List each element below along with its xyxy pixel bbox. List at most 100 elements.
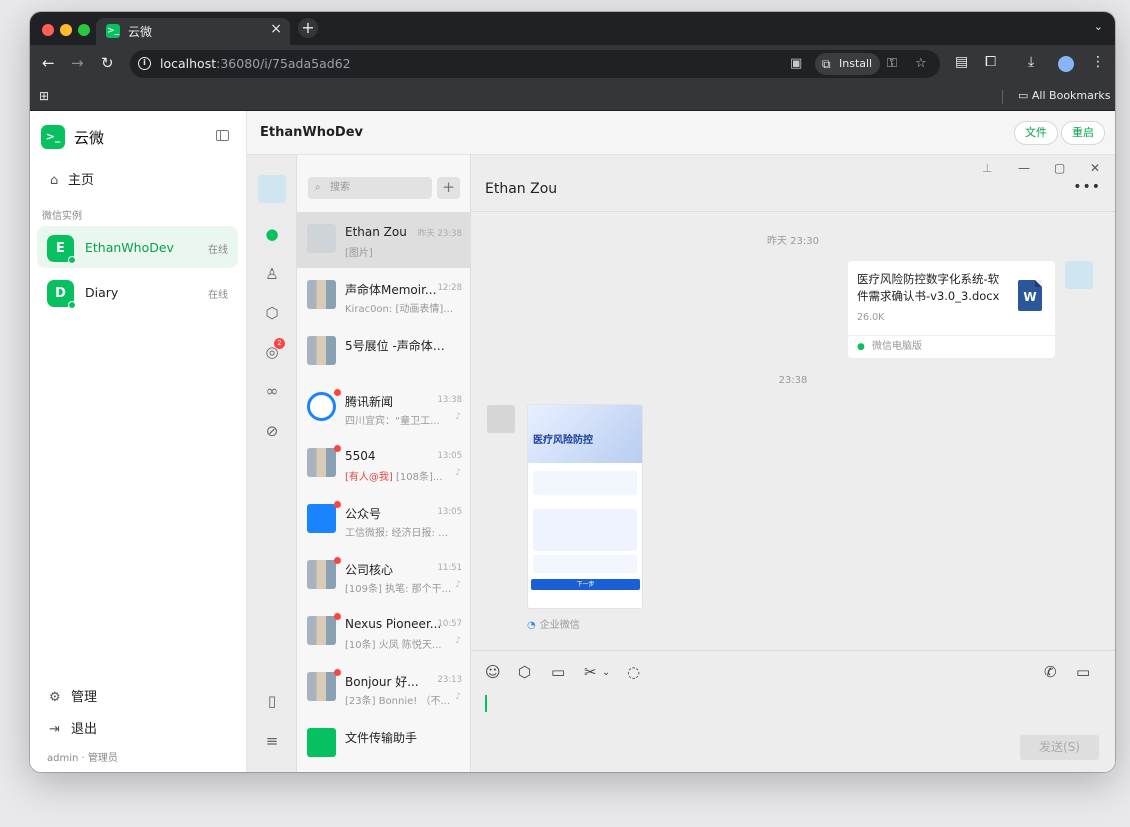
file-message[interactable]: 医疗风险防控数字化系统-软件需求确认书-v3.0_3.docx 26.0K W … xyxy=(848,261,1055,358)
add-chat-button[interactable]: + xyxy=(437,177,460,199)
mini-programs-icon[interactable]: ⊘ xyxy=(262,422,282,440)
menu-kebab-icon[interactable]: ⋮ xyxy=(1091,54,1105,70)
minimize-icon[interactable]: — xyxy=(1018,161,1030,175)
minimize-window-button[interactable] xyxy=(60,24,72,36)
nav-home[interactable]: ⌂ 主页 xyxy=(50,169,94,188)
word-doc-icon: W xyxy=(1018,280,1042,311)
browser-tab[interactable]: >_ 云微 × xyxy=(96,18,290,45)
chat-avatar xyxy=(307,672,336,701)
image-hero: 医疗风险防控 xyxy=(528,405,642,463)
text-caret[interactable] xyxy=(485,695,487,712)
unread-dot xyxy=(334,669,341,676)
mute-icon: ♪ xyxy=(455,636,461,646)
clipboard-icon[interactable]: ▣ xyxy=(790,56,802,71)
current-user: admin · 管理员 xyxy=(47,753,118,764)
apps-grid-icon[interactable]: ⊞ xyxy=(39,89,49,103)
address-bar[interactable]: i localhost:36080/i/75ada5ad62 ▣ ⧉ Instal… xyxy=(130,50,940,78)
unread-dot xyxy=(334,613,341,620)
brand-logo-icon: >_ xyxy=(41,125,65,149)
chevron-down-icon[interactable]: ⌄ xyxy=(602,667,610,678)
chat-icon[interactable]: ● xyxy=(262,225,282,243)
forward-icon[interactable]: → xyxy=(71,54,84,72)
close-window-button[interactable] xyxy=(42,24,54,36)
file-button[interactable]: 文件 xyxy=(1014,121,1058,145)
logout-link[interactable]: ⇥ 退出 xyxy=(49,718,97,737)
app-root: >_ 云微 ⌂ 主页 微信实例 E EthanWhoDev 在线 D Diary … xyxy=(30,111,1115,772)
file-size: 26.0K xyxy=(857,312,885,323)
install-app-button[interactable]: ⧉ Install xyxy=(815,53,880,75)
favorites-icon[interactable]: ⬡ xyxy=(518,663,531,681)
manage-link[interactable]: ⚙ 管理 xyxy=(49,686,97,705)
file-source: ● 微信电脑版 xyxy=(848,335,1055,358)
chat-item[interactable]: Bonjour 好... 23:13 [23条] Bonnie! （不... ♪ xyxy=(297,660,470,716)
chat-history-icon[interactable]: ◌ xyxy=(627,663,640,681)
conversation-pane: ⊥ — ▢ ✕ Ethan Zou ••• 昨天 23:30 医疗风险防控数字化… xyxy=(471,155,1115,772)
tab-close-icon[interactable]: × xyxy=(270,21,282,37)
instance-item-diary[interactable]: D Diary 在线 xyxy=(37,271,238,313)
chat-preview: [109条] 执笔: 那个干... xyxy=(345,584,452,595)
chat-item[interactable]: 腾讯新闻 13:38 四川宜宾：“童卫工... ♪ xyxy=(297,380,470,436)
chat-item[interactable]: 文件传输助手 xyxy=(297,716,470,772)
chat-item[interactable]: Nexus Pioneer... 10:57 [10条] 火凤 陈悦天... ♪ xyxy=(297,604,470,660)
bookmark-star-icon[interactable]: ☆ xyxy=(915,56,927,71)
wechat-window: ● ♙ ⬡ ◎ 2 ∞ ⊘ ▯ ≡ ⌕ 搜索 + Ethan Zou 昨天 23… xyxy=(247,155,1115,772)
chat-time: 10:57 xyxy=(437,619,463,629)
contacts-icon[interactable]: ♙ xyxy=(262,265,282,283)
chat-preview: 四川宜宾：“童卫工... xyxy=(345,416,440,427)
zoom-window-button[interactable] xyxy=(78,24,90,36)
close-icon[interactable]: ✕ xyxy=(1090,161,1100,175)
new-tab-button[interactable]: + xyxy=(298,18,318,38)
tab-search-chevron-icon[interactable]: ⌄ xyxy=(1094,20,1103,33)
wechat-nav-rail: ● ♙ ⬡ ◎ 2 ∞ ⊘ ▯ ≡ xyxy=(247,155,297,772)
pin-icon[interactable]: ⊥ xyxy=(982,161,992,175)
sidebar: >_ 云微 ⌂ 主页 微信实例 E EthanWhoDev 在线 D Diary … xyxy=(30,111,247,772)
shield-graphic xyxy=(533,509,637,551)
chat-avatar xyxy=(307,336,336,365)
back-icon[interactable]: ← xyxy=(42,54,55,72)
maximize-icon[interactable]: ▢ xyxy=(1054,161,1065,175)
image-title: 医疗风险防控 xyxy=(533,435,593,446)
extensions-icon[interactable]: ⧠ xyxy=(985,54,996,70)
download-icon[interactable]: ⤓ xyxy=(1028,54,1034,70)
reload-icon[interactable]: ↻ xyxy=(101,54,114,72)
favorites-cube-icon[interactable]: ⬡ xyxy=(262,304,282,322)
video-call-icon[interactable]: ▭ xyxy=(1076,663,1090,681)
chat-item[interactable]: Ethan Zou 昨天 23:38 [图片] xyxy=(297,212,470,268)
channels-icon[interactable]: ∞ xyxy=(262,382,282,400)
emoji-icon[interactable]: ☺ xyxy=(485,663,501,681)
chat-item[interactable]: 5504 13:05 [有人@我] [108条]... ♪ xyxy=(297,436,470,492)
image-row xyxy=(533,555,637,573)
reading-mode-icon[interactable]: ▤ xyxy=(955,54,968,70)
sidebar-collapse-icon[interactable] xyxy=(216,130,229,141)
send-button[interactable]: 发送(S) xyxy=(1020,735,1099,760)
folder-icon[interactable]: ▭ xyxy=(551,663,565,681)
password-key-icon[interactable]: ⚿ xyxy=(887,56,897,71)
more-icon[interactable]: ••• xyxy=(1073,179,1101,195)
site-info-icon[interactable]: i xyxy=(138,57,151,70)
profile-avatar[interactable] xyxy=(1058,56,1074,72)
bookmarks-bar: ⊞ ▭ All Bookmarks xyxy=(30,83,1115,111)
unread-dot xyxy=(334,557,341,564)
chat-time: 13:05 xyxy=(437,451,463,461)
search-input[interactable]: ⌕ 搜索 xyxy=(308,177,432,199)
all-bookmarks-button[interactable]: ▭ All Bookmarks xyxy=(1018,89,1111,102)
wechat-icon: ● xyxy=(857,342,865,352)
restart-button[interactable]: 重启 xyxy=(1061,121,1105,145)
divider xyxy=(471,211,1115,212)
message-composer: ☺ ⬡ ▭ ✂ ⌄ ◌ ✆ ▭ 发送(S) xyxy=(471,650,1115,772)
main-panel: EthanWhoDev 文件 重启 ● ♙ ⬡ ◎ 2 ∞ ⊘ ▯ ≡ ⌕ 搜索… xyxy=(247,111,1115,772)
image-message[interactable]: 医疗风险防控 下一步 xyxy=(527,404,643,609)
chat-item[interactable]: 公司核心 11:51 [109条] 执笔: 那个干... ♪ xyxy=(297,548,470,604)
chat-item[interactable]: 公众号 13:05 工信微报: 经济日报: 生... xyxy=(297,492,470,548)
unread-dot xyxy=(334,389,341,396)
voice-call-icon[interactable]: ✆ xyxy=(1044,663,1057,681)
screenshot-scissors-icon[interactable]: ✂ xyxy=(584,663,597,681)
chat-item[interactable]: 声命体Memoir... 12:28 Kirac0on: [动画表情] 一... xyxy=(297,268,470,324)
chat-item[interactable]: 5号展位 -声命体Me... xyxy=(297,324,470,380)
mute-icon: ♪ xyxy=(455,580,461,590)
phone-icon[interactable]: ▯ xyxy=(262,692,282,710)
my-avatar[interactable] xyxy=(258,175,286,203)
menu-icon[interactable]: ≡ xyxy=(262,732,282,750)
install-icon: ⧉ xyxy=(822,57,831,71)
instance-item-ethanwhodev[interactable]: E EthanWhoDev 在线 xyxy=(37,226,238,268)
